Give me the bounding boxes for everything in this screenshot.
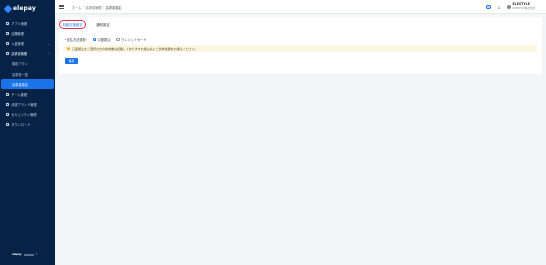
radio-bank-transfer[interactable]: 口座振込 xyxy=(92,37,111,42)
sidebar-nav: アプリ管理 店舗管理 入金管理 ⌄ 請求書管理 ⌃ 取扱プラン 請求書一覧 請求… xyxy=(0,18,55,130)
top-header: ホーム / 請求書管理 / 請求書設定 ? ⤓ ELESTYLE ELESTYL… xyxy=(55,0,546,14)
sidebar-item-invoice-settings[interactable]: 請求書設定 xyxy=(1,79,54,90)
invoice-icon xyxy=(6,52,9,56)
sidebar-item-label: ダウンロード xyxy=(11,123,31,128)
logo-mark-icon xyxy=(3,4,13,13)
chevron-down-icon: ⌄ xyxy=(47,41,50,46)
sidebar-item-team[interactable]: チーム管理 xyxy=(0,89,55,99)
sidebar-footer: elepay ? xyxy=(12,253,37,256)
radio-dot-checked[interactable] xyxy=(92,37,97,42)
sidebar-item-store[interactable]: 店舗管理 xyxy=(0,28,55,38)
sidebar-item-label: 店舗管理 xyxy=(11,31,24,36)
breadcrumb-current: 請求書設定 xyxy=(105,6,122,10)
user-menu[interactable]: ELESTYLE ELESTYLE株式会社 xyxy=(507,2,536,10)
sidebar-item-security[interactable]: セキュリティ管理 xyxy=(0,110,55,120)
sidebar-item-label: 請求書管理 xyxy=(11,52,28,57)
help-icon[interactable]: ? xyxy=(36,253,37,256)
store-icon xyxy=(6,31,9,35)
sidebar-item-label: チーム管理 xyxy=(11,92,28,97)
breadcrumb: ホーム / 請求書管理 / 請求書設定 xyxy=(72,5,122,10)
radio-dot[interactable] xyxy=(116,37,120,42)
alert-text: 口座振込をご選択の方の請求書は記載してありますお振込先にご請求金額をお振込くださ… xyxy=(71,46,198,51)
footer-brand: elepay xyxy=(12,253,22,256)
sidebar-item-deposit[interactable]: 入金管理 ⌄ xyxy=(0,38,55,48)
sidebar-item-plan[interactable]: 取扱プラン xyxy=(0,59,55,69)
deposit-icon xyxy=(6,41,9,45)
radio-label: 口座振込 xyxy=(97,38,111,42)
sidebar-item-label: アプリ管理 xyxy=(11,21,28,26)
chevron-up-icon: ⌃ xyxy=(47,52,50,57)
sidebar-item-brand[interactable]: 決済ブランド管理 xyxy=(0,100,55,110)
info-alert: ! 口座振込をご選択の方の請求書は記載してありますお振込先にご請求金額をお振込く… xyxy=(63,45,537,52)
user-avatar-icon xyxy=(507,4,511,9)
sidebar-item-label: セキュリティ管理 xyxy=(11,113,37,118)
sidebar-item-label: 取扱プラン xyxy=(12,62,28,67)
sidebar-item-download[interactable]: ダウンロード xyxy=(0,120,55,130)
download-icon xyxy=(6,123,9,127)
tab-notification[interactable]: 通知設定 xyxy=(91,20,115,29)
payment-method-label: *支払方法選択： xyxy=(65,38,89,42)
sidebar: elepay アプリ管理 店舗管理 入金管理 ⌄ 請求書管理 ⌃ 取扱プラン 請… xyxy=(0,0,55,265)
warning-icon: ! xyxy=(67,46,71,51)
breadcrumb-invoice[interactable]: 請求書管理 xyxy=(86,5,102,10)
settings-card: 自動引落設定 通知設定 *支払方法選択： 口座振込 クレジットカード ! 口座振… xyxy=(59,17,542,74)
sidebar-item-label: 入金管理 xyxy=(11,41,24,46)
sidebar-item-app[interactable]: アプリ管理 xyxy=(0,18,55,28)
sidebar-item-label: 請求書設定 xyxy=(12,82,28,87)
user-company: ELESTYLE株式会社 xyxy=(512,6,536,10)
sidebar-item-invoice[interactable]: 請求書管理 ⌃ xyxy=(0,49,55,59)
logo-text: elepay xyxy=(13,5,36,12)
radio-label: クレジットカード xyxy=(121,38,147,42)
tab-auto-debit[interactable]: 自動引落設定 xyxy=(59,20,86,29)
save-button[interactable]: 保存 xyxy=(65,58,78,64)
download-header-icon[interactable]: ⤓ xyxy=(497,4,501,10)
sidebar-item-label: 請求書一覧 xyxy=(12,72,28,77)
brand-icon xyxy=(6,103,9,107)
radio-credit-card[interactable]: クレジットカード xyxy=(116,37,147,42)
sidebar-item-label: 決済ブランド管理 xyxy=(11,103,37,108)
sidebar-item-invoice-list[interactable]: 請求書一覧 xyxy=(0,69,55,79)
security-icon xyxy=(6,113,9,117)
logo[interactable]: elepay xyxy=(3,4,36,13)
version-select[interactable] xyxy=(23,253,34,256)
app-icon xyxy=(6,21,9,25)
menu-icon[interactable] xyxy=(59,4,64,9)
team-icon xyxy=(6,92,9,96)
help-circle-icon[interactable]: ? xyxy=(486,4,491,9)
payment-method-row: *支払方法選択： 口座振込 クレジットカード xyxy=(65,37,147,42)
breadcrumb-home[interactable]: ホーム xyxy=(72,5,81,10)
